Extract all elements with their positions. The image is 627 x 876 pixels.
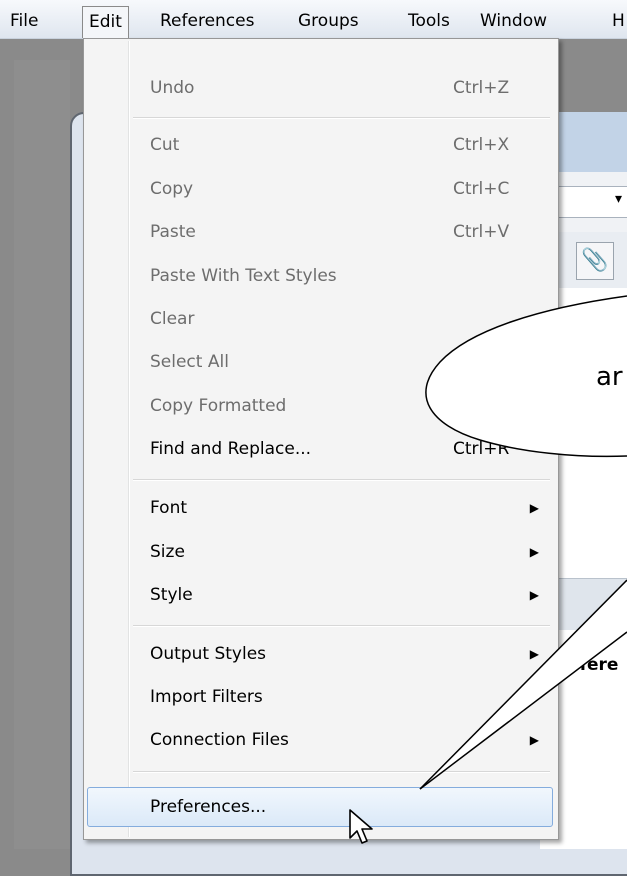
menu-separator — [133, 771, 550, 773]
mouse-cursor-icon — [349, 809, 373, 844]
menu-item-label: Paste — [150, 222, 196, 242]
submenu-arrow-icon: ▶ — [529, 588, 539, 602]
menu-groups[interactable]: Groups — [292, 8, 365, 34]
menu-item-shortcut: Ctrl+X — [453, 135, 510, 155]
menu-file[interactable]: File — [4, 8, 44, 34]
menu-separator — [133, 479, 550, 481]
menu-item-label: Copy Formatted — [150, 396, 287, 416]
menu-item-label: Find and Replace... — [150, 439, 312, 459]
menu-edit[interactable]: Edit — [82, 6, 129, 38]
menu-item-label: Style — [150, 585, 193, 605]
menu-item-import-filters[interactable]: Import Filters — [87, 680, 553, 715]
menu-item-preferences[interactable]: Preferences... — [87, 787, 553, 827]
menu-item-copy[interactable]: Copy Ctrl+C — [87, 172, 553, 207]
menu-item-output-styles[interactable]: Output Styles ▶ — [87, 637, 553, 672]
background-panel — [14, 60, 70, 849]
submenu-arrow-icon: ▶ — [529, 501, 539, 515]
menu-separator — [133, 117, 550, 119]
menu-item-label: Paste With Text Styles — [150, 266, 337, 286]
menu-item-select-all[interactable]: Select All Ctrl+ — [87, 345, 553, 380]
menu-item-label: Undo — [150, 78, 195, 98]
menu-item-shortcut: Ctrl+Z — [453, 78, 510, 98]
menu-item-size[interactable]: Size ▶ — [87, 535, 553, 570]
submenu-arrow-icon: ▶ — [529, 647, 539, 661]
menu-item-shortcut: Ctrl+R — [453, 439, 510, 459]
menu-item-label: Font — [150, 498, 188, 518]
menu-item-label: Select All — [150, 352, 229, 372]
menu-help[interactable]: H — [606, 8, 627, 34]
menu-item-paste-with-text-styles[interactable]: Paste With Text Styles — [87, 259, 553, 294]
chevron-down-icon: ▾ — [615, 191, 623, 207]
menu-item-undo[interactable]: Undo Ctrl+Z — [87, 71, 553, 106]
menu-item-label: Cut — [150, 135, 180, 155]
menu-bar: File Edit References Groups Tools Window… — [0, 0, 627, 39]
menu-item-font[interactable]: Font ▶ — [87, 491, 553, 526]
menu-item-cut[interactable]: Cut Ctrl+X — [87, 128, 553, 163]
menu-item-clear[interactable]: Clear — [87, 302, 553, 337]
menu-item-connection-files[interactable]: Connection Files ▶ — [87, 723, 553, 758]
submenu-arrow-icon: ▶ — [529, 733, 539, 747]
reference-pane-header: Refere — [555, 655, 619, 675]
menu-item-shortcut: Ctrl+ — [453, 352, 498, 372]
menu-item-label: Clear — [150, 309, 195, 329]
menu-item-shortcut: Ctrl+V — [453, 222, 510, 242]
callout-text: ar — [596, 362, 623, 392]
menu-item-label: Size — [150, 542, 185, 562]
menu-references[interactable]: References — [154, 8, 260, 34]
menu-item-label: Output Styles — [150, 644, 267, 664]
menu-item-paste[interactable]: Paste Ctrl+V — [87, 215, 553, 250]
menu-tools[interactable]: Tools — [402, 8, 456, 34]
menu-item-label: Copy — [150, 179, 194, 199]
menu-item-style[interactable]: Style ▶ — [87, 578, 553, 613]
menu-item-label: Connection Files — [150, 730, 289, 750]
submenu-arrow-icon: ▶ — [529, 545, 539, 559]
paperclip-icon[interactable]: 📎 — [576, 242, 614, 280]
menu-item-label: Preferences... — [150, 797, 267, 817]
menu-item-shortcut: Ctrl+C — [453, 179, 510, 199]
menu-item-find-and-replace[interactable]: Find and Replace... Ctrl+R — [87, 432, 553, 467]
menu-item-label: Import Filters — [150, 687, 263, 707]
edit-menu: Undo Ctrl+Z Cut Ctrl+X Copy Ctrl+C Paste… — [83, 38, 559, 840]
menu-item-copy-formatted[interactable]: Copy Formatted — [87, 389, 553, 424]
menu-window[interactable]: Window — [474, 8, 553, 34]
menu-separator — [133, 625, 550, 627]
